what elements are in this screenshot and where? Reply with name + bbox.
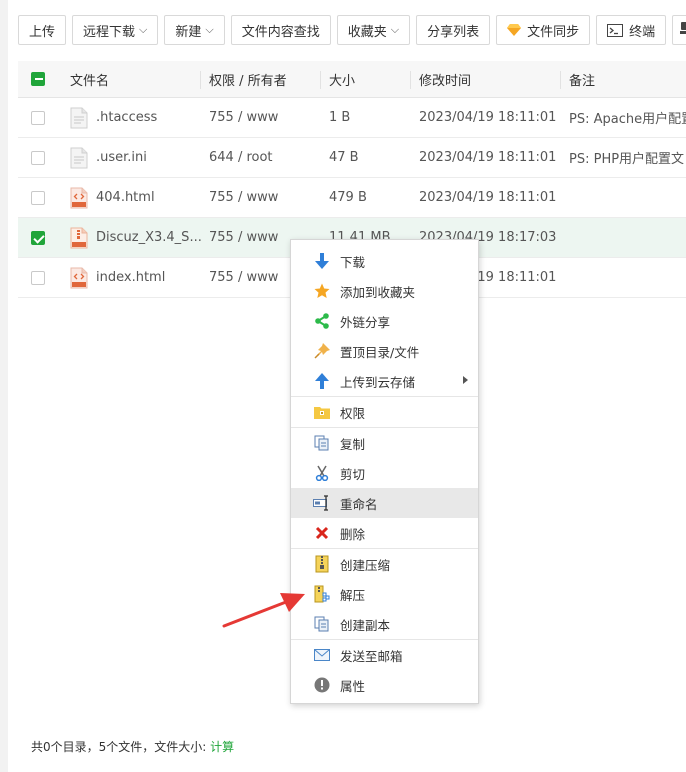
annotation-arrow <box>222 593 305 628</box>
